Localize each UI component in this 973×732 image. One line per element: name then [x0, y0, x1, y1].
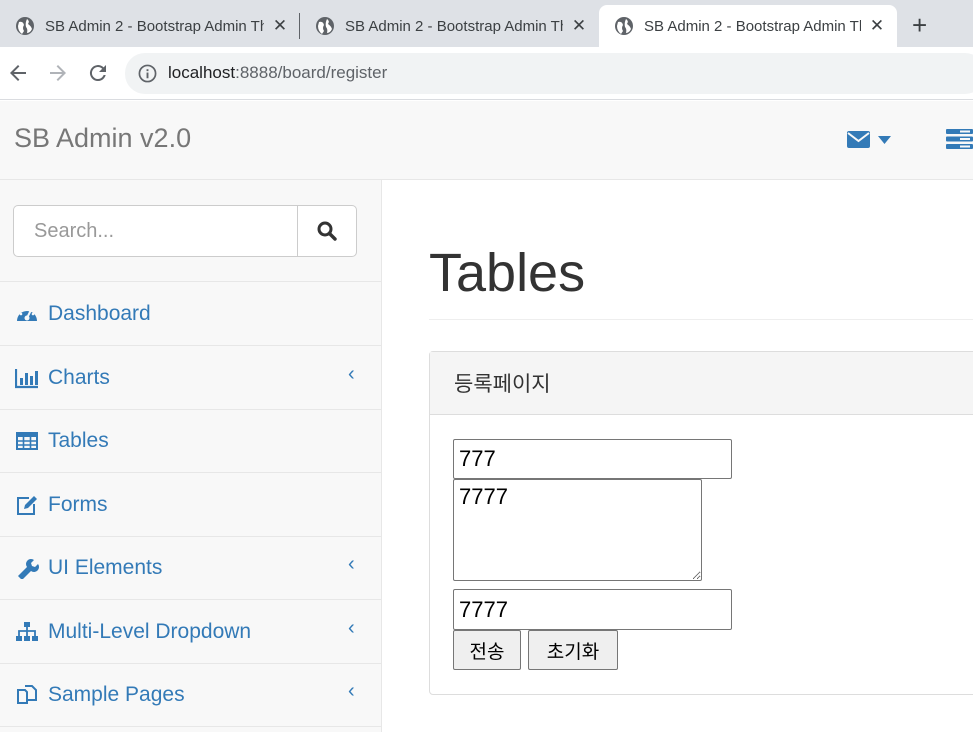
- chevron-left-icon: ‹: [348, 617, 355, 639]
- content-textarea[interactable]: 7777: [453, 479, 702, 581]
- url-path: :8888/board/register: [235, 63, 388, 82]
- edit-icon: [17, 496, 37, 515]
- globe-icon: [16, 17, 34, 35]
- panel-heading: 등록페이지: [430, 352, 973, 415]
- reload-icon[interactable]: [86, 61, 110, 85]
- caret-down-icon[interactable]: [878, 136, 891, 144]
- forward-arrow-icon[interactable]: [46, 61, 70, 85]
- dashboard-icon: [17, 306, 37, 321]
- sidebar-item-charts[interactable]: Charts ‹: [0, 346, 381, 410]
- top-navbar: SB Admin v2.0: [0, 101, 973, 180]
- back-arrow-icon[interactable]: [6, 61, 30, 85]
- tab-title: SB Admin 2 - Bootstrap Admin Theme: [45, 17, 264, 35]
- new-tab-button[interactable]: +: [912, 12, 927, 38]
- sidebar-item-label: Sample Pages: [48, 683, 185, 706]
- sidebar-item-label: Tables: [48, 429, 109, 452]
- close-tab-icon[interactable]: ✕: [571, 16, 587, 36]
- sidebar-item-label: UI Elements: [48, 556, 163, 579]
- sidebar: Dashboard Charts ‹ Tables Forms UI Eleme…: [0, 180, 382, 732]
- browser-toolbar: localhost:8888/board/register: [0, 47, 973, 100]
- globe-icon: [316, 17, 334, 35]
- sidebar-item-sample-pages[interactable]: Sample Pages ‹: [0, 663, 381, 727]
- address-bar[interactable]: localhost:8888/board/register: [125, 53, 973, 94]
- sidebar-item-label: Dashboard: [48, 302, 151, 325]
- reset-button[interactable]: 초기화: [528, 630, 618, 670]
- navbar-brand[interactable]: SB Admin v2.0: [14, 123, 191, 154]
- sidebar-item-forms[interactable]: Forms: [0, 473, 381, 537]
- sitemap-icon: [16, 622, 38, 641]
- sidebar-item-label: Forms: [48, 493, 108, 516]
- tasks-icon[interactable]: [946, 129, 973, 149]
- chevron-left-icon: ‹: [348, 680, 355, 702]
- page-title: Tables: [429, 243, 586, 303]
- chevron-left-icon: ‹: [348, 363, 355, 385]
- sidebar-item-multi-level-dropdown[interactable]: Multi-Level Dropdown ‹: [0, 600, 381, 664]
- browser-tab-strip: SB Admin 2 - Bootstrap Admin Theme ✕ SB …: [0, 0, 973, 47]
- close-tab-icon[interactable]: ✕: [869, 16, 885, 36]
- browser-tab-1[interactable]: SB Admin 2 - Bootstrap Admin Theme ✕: [0, 5, 300, 47]
- bar-chart-icon: [15, 369, 38, 389]
- sidebar-item-dashboard[interactable]: Dashboard: [0, 282, 381, 346]
- chevron-left-icon: ‹: [348, 553, 355, 575]
- sidebar-item-tables[interactable]: Tables: [0, 409, 381, 473]
- title-input[interactable]: [453, 439, 732, 479]
- sidebar-item-ui-elements[interactable]: UI Elements ‹: [0, 536, 381, 600]
- sidebar-search: [0, 180, 381, 282]
- url-host: localhost: [168, 63, 236, 82]
- browser-tab-3-active[interactable]: SB Admin 2 - Bootstrap Admin Theme ✕: [599, 5, 897, 47]
- sidebar-item-label: Charts: [48, 366, 110, 389]
- page-header: Tables: [429, 240, 973, 320]
- close-tab-icon[interactable]: ✕: [272, 16, 288, 36]
- search-input[interactable]: [13, 205, 298, 257]
- globe-icon: [615, 17, 633, 35]
- writer-input[interactable]: [453, 589, 732, 630]
- files-icon: [17, 685, 37, 704]
- table-icon: [16, 432, 38, 450]
- url-text: localhost:8888/board/register: [168, 63, 387, 83]
- info-icon[interactable]: [138, 64, 157, 83]
- search-icon: [317, 221, 337, 241]
- submit-button[interactable]: 전송: [453, 630, 521, 670]
- wrench-icon: [18, 559, 39, 579]
- browser-tab-2[interactable]: SB Admin 2 - Bootstrap Admin Theme ✕: [300, 5, 599, 47]
- tab-title: SB Admin 2 - Bootstrap Admin Theme: [345, 17, 563, 35]
- search-button[interactable]: [297, 205, 357, 257]
- register-panel: 등록페이지 7777 전송 초기화: [429, 351, 973, 695]
- tab-title: SB Admin 2 - Bootstrap Admin Theme: [644, 17, 861, 35]
- sidebar-item-label: Multi-Level Dropdown: [48, 620, 252, 643]
- envelope-icon[interactable]: [847, 131, 870, 148]
